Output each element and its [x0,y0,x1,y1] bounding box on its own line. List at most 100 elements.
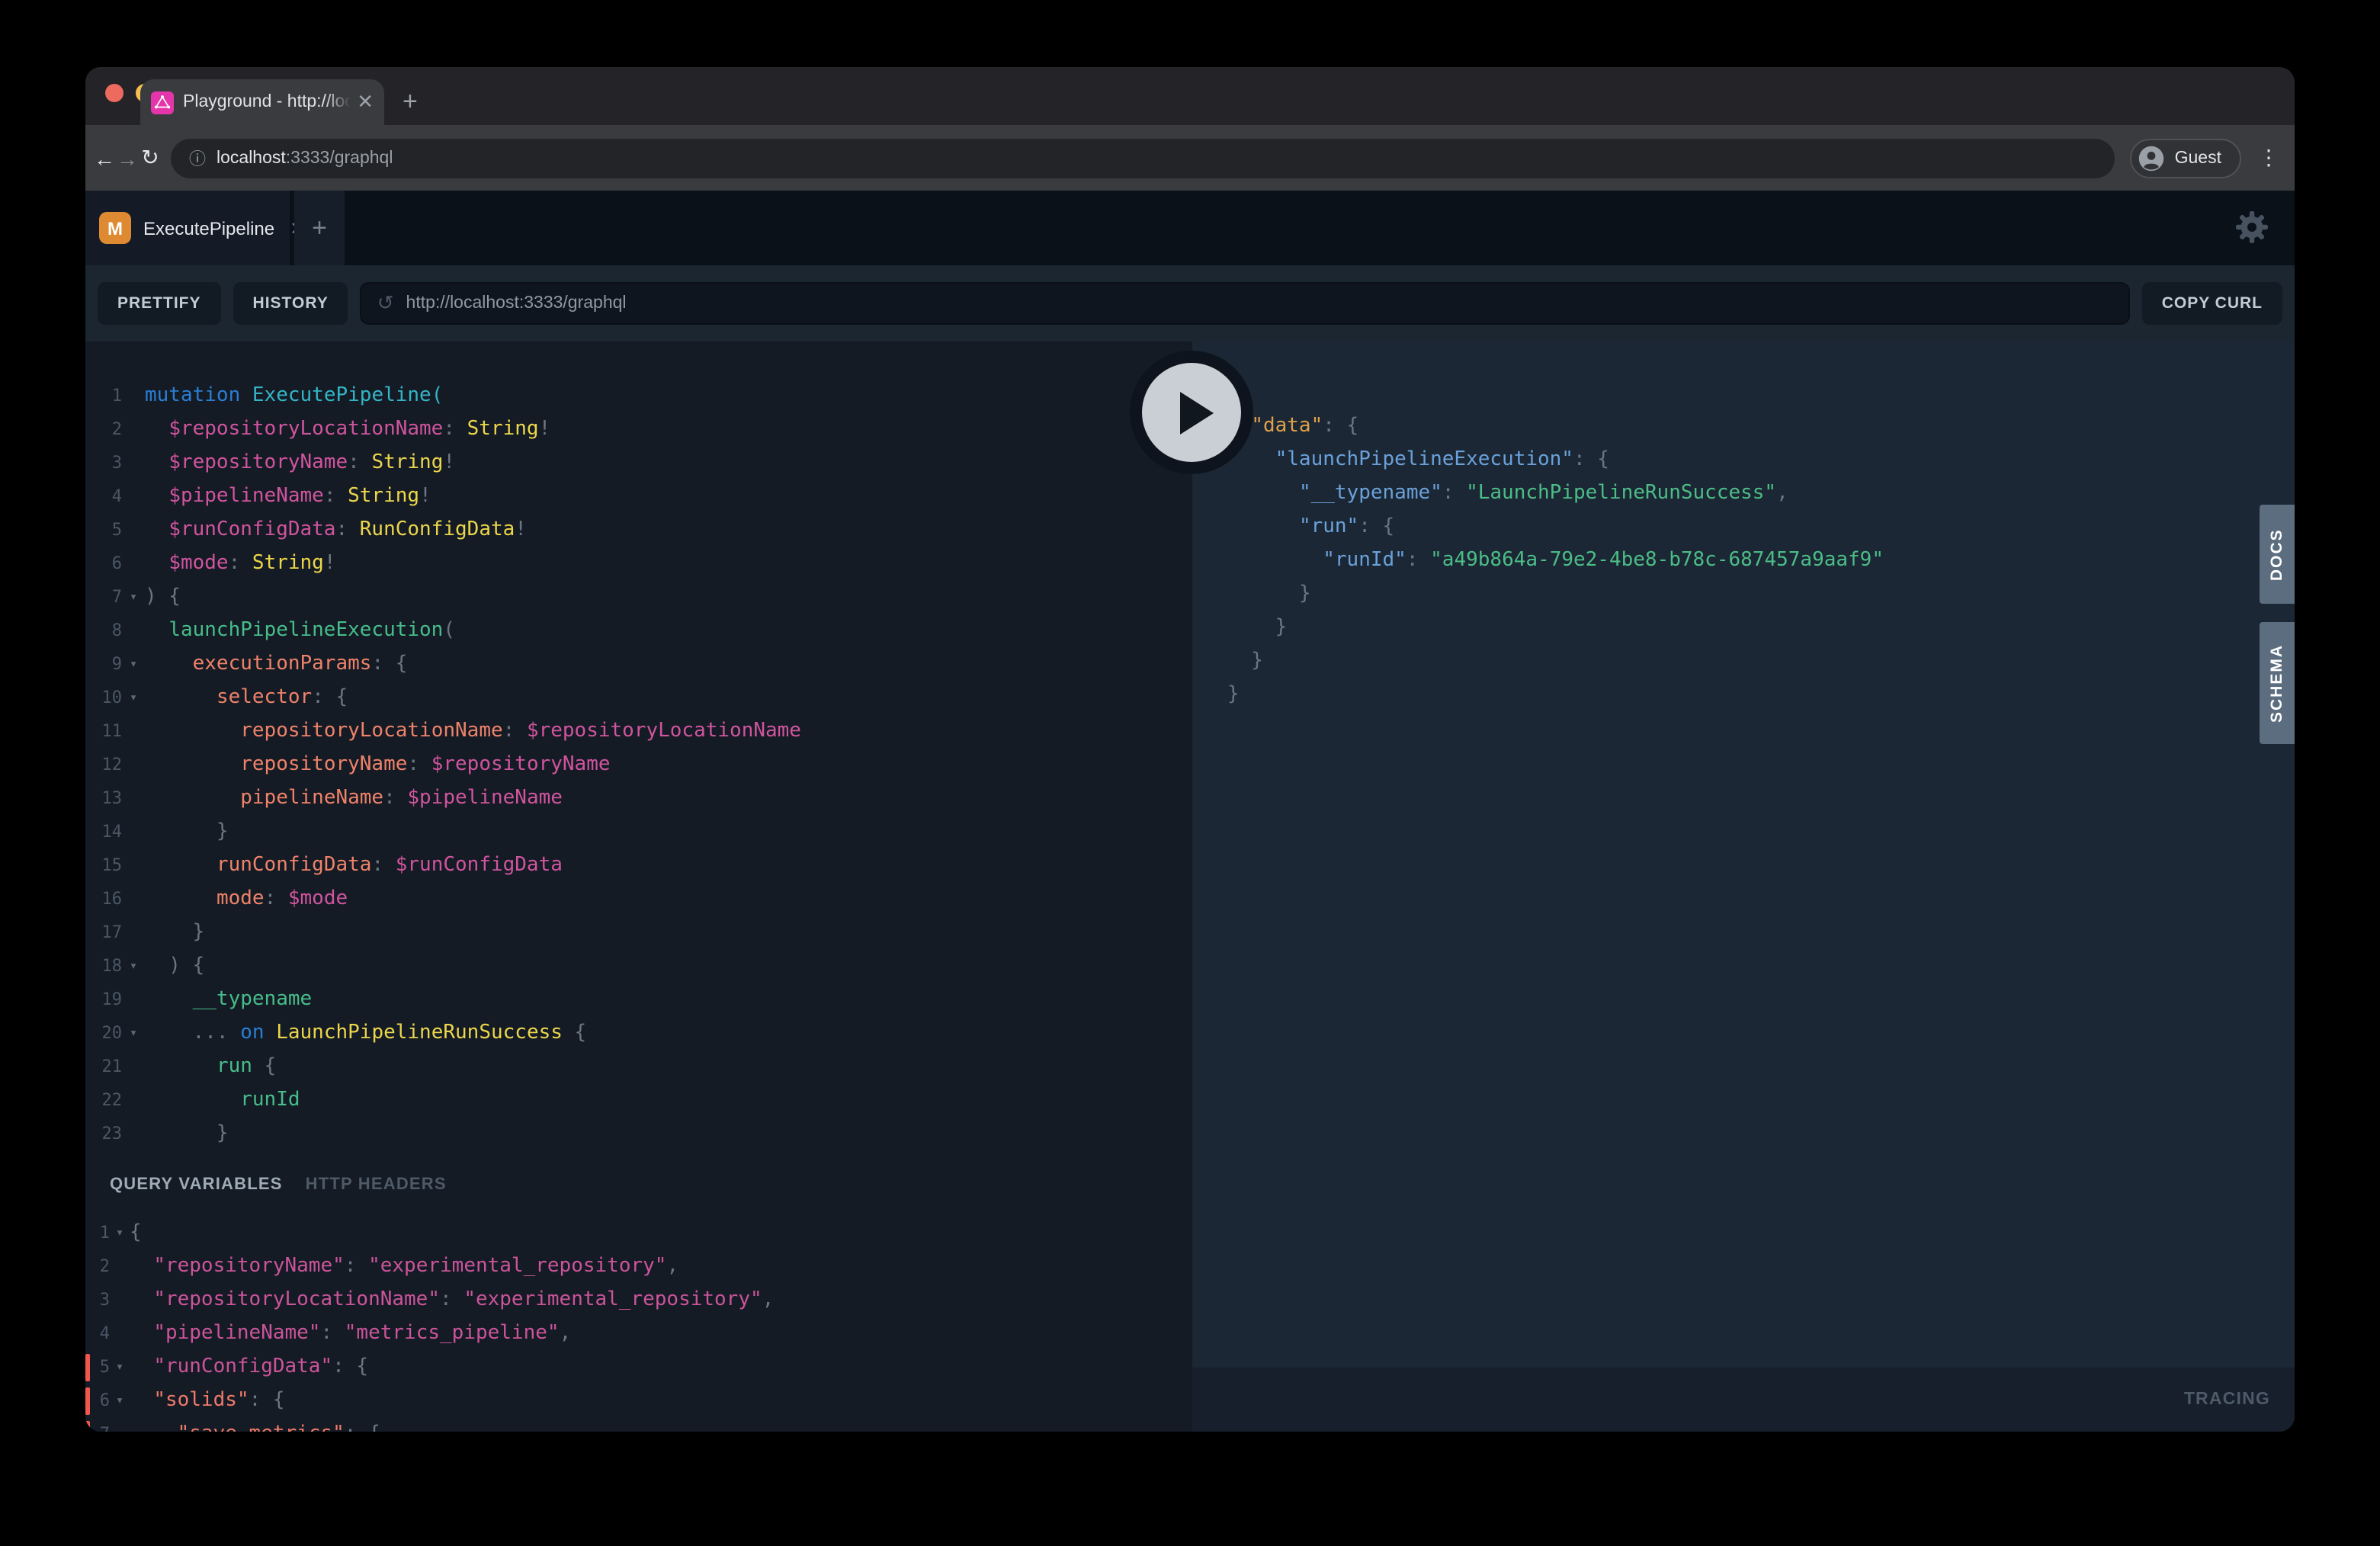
fold-arrow-icon[interactable]: ▾ [110,1351,130,1384]
query-variables-tab[interactable]: QUERY VARIABLES [110,1175,283,1193]
tab-close-icon[interactable]: ✕ [357,90,374,114]
playground-tabbar: M ExecutePipeline ✕ + [85,191,2295,265]
new-tab-button[interactable]: + [403,87,418,117]
code-line: 2 $repositoryLocationName: String! [85,413,1192,447]
code-line: 2 "repositoryName": "experimental_reposi… [85,1250,1192,1284]
code-line: 1▾{ [85,1217,1192,1250]
fold-arrow-icon[interactable]: ▾ [122,1017,145,1050]
playground-tab[interactable]: M ExecutePipeline ✕ [85,191,290,265]
fold-spacer [122,916,145,950]
code-line: } [1192,611,2295,645]
code-line: 14 } [85,816,1192,849]
schema-tab[interactable]: SCHEMA [2260,622,2295,744]
line-number: 9 [85,648,122,682]
tracing-bar[interactable]: TRACING [1192,1368,2295,1432]
fold-spacer [122,782,145,816]
close-window-button[interactable] [105,84,123,102]
code-line: 3 "repositoryLocationName": "experimenta… [85,1284,1192,1317]
play-button[interactable] [1130,351,1253,474]
fold-arrow-icon[interactable]: ▾ [110,1217,130,1250]
line-number: 11 [85,715,122,749]
code-line: 21 run { [85,1050,1192,1084]
line-number: 7 [85,581,122,614]
fold-arrow-icon[interactable]: ▾ [122,581,145,614]
line-number: 22 [85,1084,122,1118]
fold-spacer [122,749,145,782]
http-headers-tab[interactable]: HTTP HEADERS [306,1175,447,1193]
response-pane: ▾{▾ "data": {▾ "launchPipelineExecution"… [1192,342,2295,1432]
fold-arrow-icon[interactable]: ▾ [110,1418,130,1432]
fold-spacer [122,480,145,514]
back-button[interactable]: ← [93,146,116,170]
fold-spacer [1208,477,1227,511]
playground-new-tab-button[interactable]: + [294,191,345,265]
line-number: 19 [85,983,122,1017]
docs-tab[interactable]: DOCS [2260,505,2295,604]
site-info-icon[interactable]: ⓘ [189,146,206,170]
fold-spacer [122,983,145,1017]
line-number: 14 [85,816,122,849]
code-line: 17 } [85,916,1192,950]
code-line: 3 $repositoryName: String! [85,447,1192,480]
profile-chip[interactable]: Guest [2131,138,2241,178]
line-number: 1 [85,1217,110,1250]
history-button[interactable]: HISTORY [233,282,348,325]
fold-spacer [1208,611,1227,645]
fold-arrow-icon[interactable]: ▾ [122,648,145,682]
browser-menu-icon[interactable]: ⋮ [2258,145,2279,171]
endpoint-url: http://localhost:3333/graphql [406,294,627,313]
forward-button[interactable]: → [116,146,139,170]
fold-spacer [122,380,145,413]
playground-main: 1mutation ExecutePipeline(2 $repositoryL… [85,342,2295,1432]
fold-spacer [1208,578,1227,611]
line-number: 4 [85,480,122,514]
line-number: 10 [85,682,122,715]
fold-spacer [110,1317,130,1351]
code-line: "__typename": "LaunchPipelineRunSuccess"… [1192,477,2295,511]
code-line: 5 $runConfigData: RunConfigData! [85,514,1192,547]
copy-curl-button[interactable]: COPY CURL [2142,282,2282,325]
fold-spacer [110,1284,130,1317]
line-number: 16 [85,883,122,916]
settings-gear-icon[interactable] [2234,209,2270,245]
line-number: 18 [85,950,122,983]
code-line: } [1192,645,2295,678]
browser-window: Playground - http://localhost:3 ✕ + ← → … [85,67,2295,1432]
reload-button[interactable]: ↻ [139,145,162,171]
code-line: 10▾ selector: { [85,682,1192,715]
tracing-label: TRACING [2184,1390,2270,1409]
edit-marker [85,1387,90,1415]
line-number: 6 [85,547,122,581]
code-line: } [1192,678,2295,712]
browser-tab[interactable]: Playground - http://localhost:3 ✕ [140,79,384,125]
variables-editor[interactable]: 1▾{2 "repositoryName": "experimental_rep… [85,1217,1192,1432]
url-bar[interactable]: ⓘ localhost :3333/graphql [171,138,2115,178]
edit-marker [85,1421,90,1432]
edit-marker [85,1354,90,1381]
code-line: 8 launchPipelineExecution( [85,614,1192,648]
code-line: 4 "pipelineName": "metrics_pipeline", [85,1317,1192,1351]
fold-arrow-icon[interactable]: ▾ [122,950,145,983]
fold-spacer [122,1084,145,1118]
code-line: 6 $mode: String! [85,547,1192,581]
undo-icon: ↺ [377,291,394,316]
play-icon [1180,391,1214,434]
fold-arrow-icon[interactable]: ▾ [122,682,145,715]
code-line: 11 repositoryLocationName: $repositoryLo… [85,715,1192,749]
fold-spacer [1208,678,1227,712]
url-text-host: localhost [217,149,286,167]
line-number: 5 [85,514,122,547]
query-editor[interactable]: 1mutation ExecutePipeline(2 $repositoryL… [85,342,1192,1151]
line-number: 3 [85,1284,110,1317]
fold-spacer [1208,544,1227,578]
code-line: 7▾) { [85,581,1192,614]
code-line: 23 } [85,1118,1192,1151]
code-line: 5▾ "runConfigData": { [85,1351,1192,1384]
code-line: 13 pipelineName: $pipelineName [85,782,1192,816]
chrome-toolbar: ← → ↻ ⓘ localhost :3333/graphql Guest ⋮ [85,125,2295,191]
code-line: 12 repositoryName: $repositoryName [85,749,1192,782]
endpoint-input[interactable]: ↺ http://localhost:3333/graphql [361,282,2130,325]
prettify-button[interactable]: PRETTIFY [98,282,221,325]
playground-tab-title: ExecutePipeline [143,217,274,239]
fold-arrow-icon[interactable]: ▾ [110,1384,130,1418]
